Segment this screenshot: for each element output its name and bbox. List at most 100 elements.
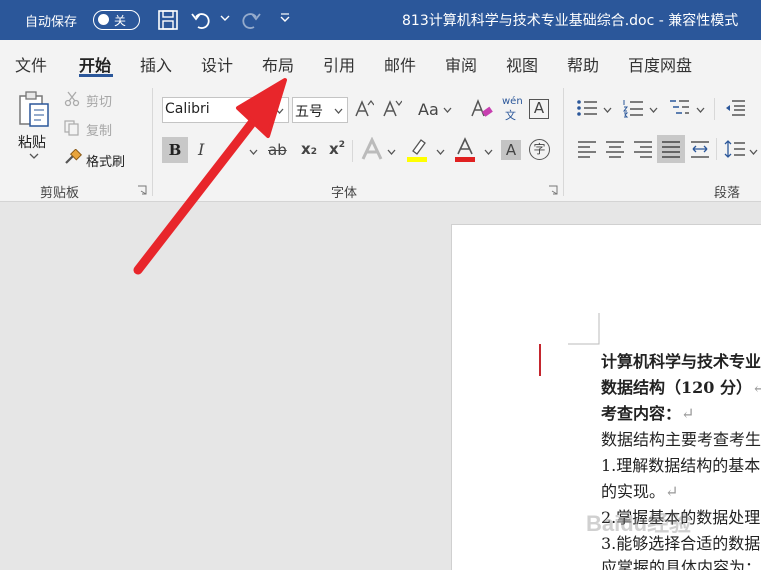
- tab-layout[interactable]: 布局: [262, 52, 294, 76]
- save-icon[interactable]: [157, 9, 179, 31]
- format-painter-label[interactable]: 格式刷: [86, 151, 125, 170]
- paragraph-mark-icon: ↵: [681, 404, 695, 423]
- doc-line-title[interactable]: 计算机科学与技术专业: [601, 348, 761, 372]
- tab-insert[interactable]: 插入: [140, 52, 172, 76]
- character-shading-label: A: [505, 141, 517, 159]
- tab-review[interactable]: 审阅: [445, 52, 477, 76]
- underline-dropdown-icon[interactable]: [249, 148, 258, 156]
- title-bar: 自动保存 关 813计算机科学与技术专业基础综合.doc - 兼容性模式: [0, 0, 761, 40]
- shrink-font-icon[interactable]: [382, 99, 402, 119]
- text-effects-dropdown-icon[interactable]: [387, 148, 396, 156]
- font-name-select[interactable]: Calibri: [162, 97, 289, 123]
- doc-line[interactable]: 数据结构主要考查考生: [601, 426, 761, 450]
- doc-line[interactable]: 的实现。↵: [601, 478, 678, 502]
- font-color-icon[interactable]: [453, 137, 477, 163]
- numbering-dropdown-icon[interactable]: [649, 106, 658, 114]
- multilevel-list-icon[interactable]: [668, 98, 690, 118]
- doc-line-subheading[interactable]: 考查内容：↵: [601, 400, 694, 424]
- ribbon: 粘贴 剪切 复制 格式刷 剪贴板 Calibri 五号 Aa wén 文 A B…: [0, 82, 761, 202]
- doc-line-text: 数据结构主要考查考生: [601, 430, 761, 449]
- multilevel-list-dropdown-icon[interactable]: [696, 106, 705, 114]
- word-window: 自动保存 关 813计算机科学与技术专业基础综合.doc - 兼容性模式 文件 …: [0, 0, 761, 570]
- numbering-icon[interactable]: [622, 98, 644, 118]
- cut-label[interactable]: 剪切: [86, 91, 112, 110]
- highlight-dropdown-icon[interactable]: [436, 148, 445, 156]
- paste-icon[interactable]: [16, 90, 54, 130]
- autosave-label: 自动保存: [25, 15, 78, 30]
- decrease-indent-icon[interactable]: [724, 98, 746, 118]
- justify-icon: [662, 141, 680, 158]
- change-case-label[interactable]: Aa: [418, 100, 439, 119]
- text-effects-icon[interactable]: [360, 137, 384, 163]
- tab-references[interactable]: 引用: [323, 52, 355, 76]
- align-right-icon[interactable]: [633, 139, 653, 159]
- customize-toolbar-icon[interactable]: [280, 13, 290, 23]
- baidu-watermark: Baidu经验: [586, 511, 692, 536]
- phonetic-guide-top[interactable]: wén: [502, 96, 523, 107]
- undo-icon[interactable]: [190, 9, 212, 31]
- change-case-dropdown-icon[interactable]: [443, 106, 452, 114]
- tab-home[interactable]: 开始: [79, 52, 111, 76]
- subscript-label: x: [301, 140, 311, 158]
- tab-mailings[interactable]: 邮件: [384, 52, 416, 76]
- paste-dropdown-icon[interactable]: [29, 152, 39, 160]
- line-spacing-dropdown-icon[interactable]: [749, 148, 758, 156]
- character-border-button[interactable]: A: [529, 99, 549, 119]
- superscript-button[interactable]: x2: [329, 140, 345, 158]
- redo-icon[interactable]: [240, 9, 262, 31]
- phonetic-guide-bottom[interactable]: 文: [505, 107, 516, 123]
- font-launcher-icon[interactable]: [548, 185, 558, 195]
- tab-view[interactable]: 视图: [506, 52, 538, 76]
- distributed-icon[interactable]: [690, 139, 710, 159]
- tab-help[interactable]: 帮助: [567, 52, 599, 76]
- strikethrough-button[interactable]: ab: [268, 141, 287, 159]
- align-center-icon[interactable]: [605, 139, 625, 159]
- paragraph-group-label: 段落: [714, 186, 741, 201]
- doc-line[interactable]: 应掌握的具体内容为：: [601, 554, 761, 570]
- autosave-toggle[interactable]: 关: [93, 10, 140, 30]
- tab-design[interactable]: 设计: [201, 52, 233, 76]
- tab-baidu-netdisk[interactable]: 百度网盘: [628, 52, 692, 76]
- character-shading-button[interactable]: A: [501, 140, 521, 160]
- subscript-button[interactable]: x2: [301, 140, 317, 158]
- doc-line-text: 1.理解数据结构的基本: [601, 456, 761, 475]
- doc-line[interactable]: 1.理解数据结构的基本: [601, 452, 760, 476]
- change-bar: [539, 344, 541, 376]
- group-separator: [563, 88, 564, 196]
- undo-dropdown-icon[interactable]: [220, 13, 230, 23]
- enclose-characters-button[interactable]: 字: [529, 139, 550, 160]
- cut-icon[interactable]: [64, 91, 80, 107]
- doc-line-heading[interactable]: 数据结构（120 分）↵: [601, 374, 761, 398]
- doc-line-text: 数据结构（120 分）: [601, 378, 752, 397]
- paste-label[interactable]: 粘贴: [18, 132, 46, 152]
- grow-font-icon[interactable]: [354, 99, 374, 119]
- paragraph-mark-icon: ↵: [751, 378, 761, 397]
- italic-button[interactable]: I: [198, 140, 204, 159]
- font-size-select[interactable]: 五号: [292, 97, 348, 123]
- font-group-label: 字体: [331, 186, 358, 201]
- document-title: 813计算机科学与技术专业基础综合.doc - 兼容性模式: [402, 13, 739, 29]
- bold-label: B: [168, 141, 182, 159]
- superscript-label: x: [329, 140, 339, 158]
- doc-line-text: 计算机科学与技术专业: [601, 352, 761, 371]
- clipboard-launcher-icon[interactable]: [137, 185, 147, 195]
- clear-formatting-icon[interactable]: [470, 98, 494, 120]
- character-border-label: A: [533, 99, 545, 117]
- font-color-dropdown-icon[interactable]: [484, 148, 493, 156]
- copy-icon[interactable]: [64, 120, 80, 136]
- ribbon-tabs: 文件 开始 插入 设计 布局 引用 邮件 审阅 视图 帮助 百度网盘: [0, 40, 761, 82]
- line-spacing-icon[interactable]: [724, 139, 746, 159]
- bullets-dropdown-icon[interactable]: [603, 106, 612, 114]
- active-tab-indicator: [79, 74, 113, 77]
- tab-file[interactable]: 文件: [15, 52, 47, 76]
- highlight-icon[interactable]: [405, 137, 429, 163]
- format-painter-icon[interactable]: [64, 149, 82, 167]
- divider: [716, 138, 717, 160]
- justify-button[interactable]: [657, 135, 685, 163]
- doc-line-text: 的实现。: [601, 482, 666, 501]
- bullets-icon[interactable]: [576, 98, 598, 118]
- font-size-value: 五号: [295, 104, 323, 120]
- bold-button[interactable]: B: [162, 137, 188, 163]
- copy-label[interactable]: 复制: [86, 120, 112, 139]
- align-left-icon[interactable]: [577, 139, 597, 159]
